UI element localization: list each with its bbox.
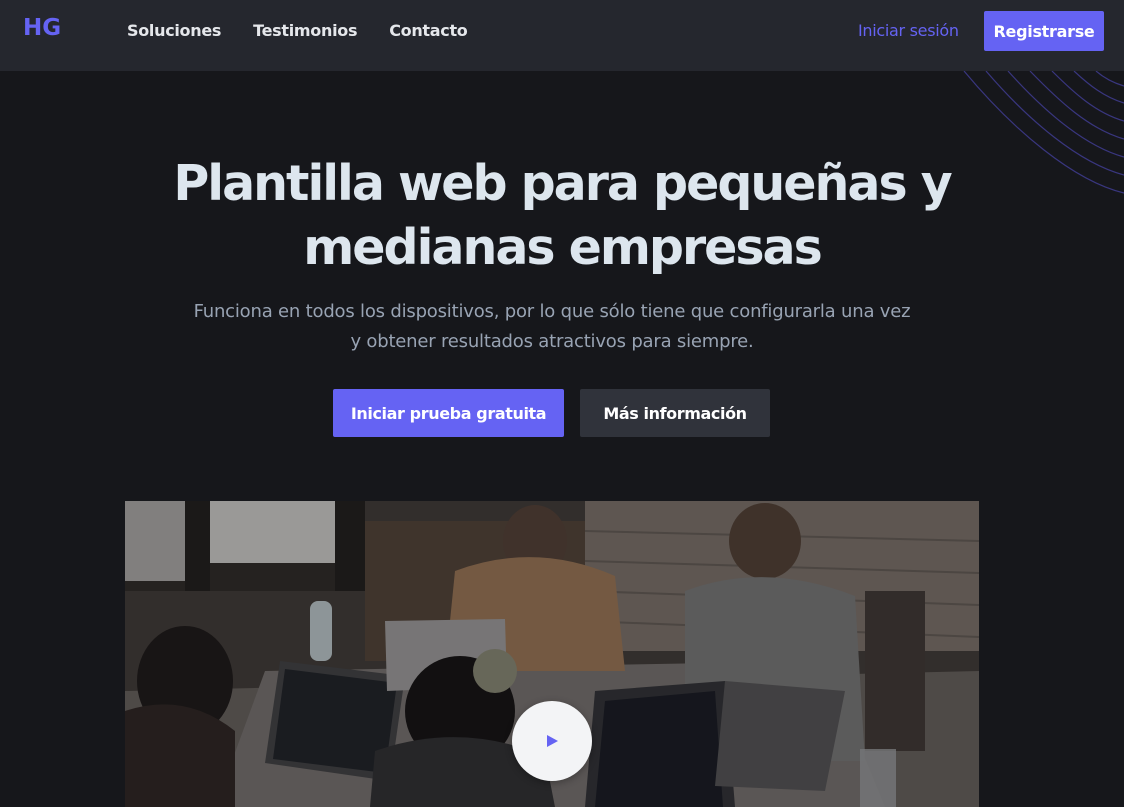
nav-link-testimonios[interactable]: Testimonios <box>253 21 357 40</box>
register-button[interactable]: Registrarse <box>984 11 1104 51</box>
hero-title-line-1: Plantilla web para pequeñas y <box>173 155 952 212</box>
logo[interactable]: HG <box>23 15 61 41</box>
hero-subtitle-line-1: Funciona en todos los dispositivos, por … <box>193 301 911 322</box>
decorative-arcs <box>963 71 1124 194</box>
nav-link-contacto[interactable]: Contacto <box>389 21 468 40</box>
hero-title-line-2: medianas empresas <box>303 219 823 276</box>
main-nav: Soluciones Testimonios Contacto <box>127 21 499 40</box>
nav-link-soluciones[interactable]: Soluciones <box>127 21 221 40</box>
play-icon <box>547 735 558 747</box>
login-link[interactable]: Iniciar sesión <box>858 21 959 40</box>
play-button[interactable] <box>512 701 592 781</box>
start-free-trial-button[interactable]: Iniciar prueba gratuita <box>333 389 564 437</box>
hero-subtitle: Funciona en todos los dispositivos, por … <box>162 297 942 357</box>
hero-subtitle-line-2: y obtener resultados atractivos para sie… <box>350 331 754 352</box>
site-header: HG Soluciones Testimonios Contacto Inici… <box>0 0 1124 71</box>
more-info-button[interactable]: Más información <box>580 389 770 437</box>
